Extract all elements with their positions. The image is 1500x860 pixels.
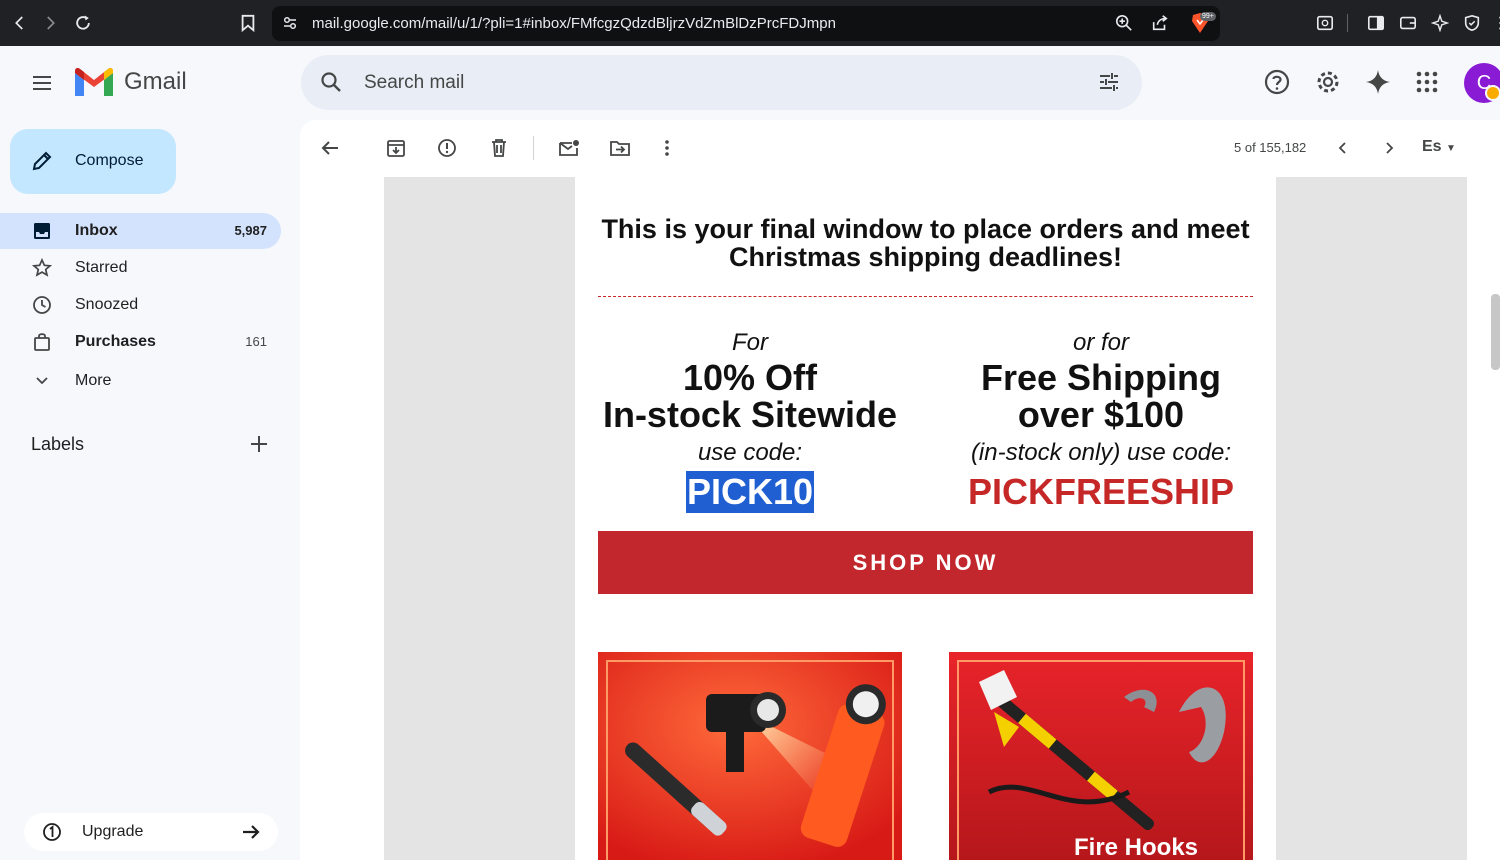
leo-ai-icon[interactable] bbox=[1428, 11, 1452, 35]
offer-percent-off: For 10% Off In-stock Sitewide use code: … bbox=[585, 327, 915, 513]
newer-message-icon[interactable] bbox=[1331, 136, 1355, 160]
search-bar[interactable]: Search mail bbox=[301, 55, 1142, 110]
product-caption: Fire Hooks bbox=[1074, 834, 1199, 860]
pencil-icon bbox=[30, 149, 54, 173]
image-frame bbox=[606, 660, 894, 860]
sidebar-item-label: More bbox=[75, 372, 112, 389]
clock-icon bbox=[31, 294, 53, 316]
labels-heading: Labels bbox=[31, 434, 85, 454]
move-to-icon[interactable] bbox=[608, 136, 632, 160]
upgrade-button[interactable]: Upgrade bbox=[24, 813, 278, 851]
report-spam-icon[interactable] bbox=[435, 136, 459, 160]
product-image-lights[interactable] bbox=[598, 652, 902, 860]
back-icon[interactable] bbox=[8, 11, 32, 35]
vpn-shield-icon[interactable] bbox=[1460, 11, 1484, 35]
reload-icon[interactable] bbox=[71, 11, 95, 35]
sidebar-toggle-icon[interactable] bbox=[1364, 11, 1388, 35]
star-icon bbox=[31, 257, 53, 279]
delete-icon[interactable] bbox=[487, 136, 511, 160]
sidebar-item-purchases[interactable]: Purchases 161 bbox=[0, 324, 281, 360]
offer-subtitle: over $100 bbox=[1017, 394, 1185, 435]
sidebar-item-label: Inbox bbox=[75, 222, 118, 239]
upgrade-label: Upgrade bbox=[82, 823, 144, 840]
zoom-icon[interactable] bbox=[1112, 11, 1136, 35]
toolbar-divider bbox=[1347, 14, 1348, 32]
product-image-fire-hooks[interactable]: Fire Hooks bbox=[949, 652, 1253, 860]
apps-grid-icon[interactable] bbox=[1412, 67, 1442, 97]
screenshot-icon[interactable] bbox=[1313, 11, 1337, 35]
mark-unread-icon[interactable] bbox=[557, 136, 581, 160]
message-pane: 5 of 155,182 Es ▼ This is your final win… bbox=[300, 120, 1500, 860]
email-body-background: This is your final window to place order… bbox=[384, 177, 1467, 860]
dotted-divider bbox=[598, 296, 1253, 297]
toolbar-divider bbox=[533, 136, 534, 160]
search-input[interactable]: Search mail bbox=[364, 72, 464, 94]
offer-title: Free Shipping bbox=[980, 357, 1221, 398]
add-label-icon[interactable] bbox=[249, 434, 269, 454]
gmail-logo-icon[interactable] bbox=[75, 68, 113, 96]
email-content: This is your final window to place order… bbox=[575, 177, 1276, 860]
promo-code[interactable]: PICKFREESHIP bbox=[967, 471, 1235, 513]
browser-toolbar: mail.google.com/mail/u/1/?pli=1#inbox/FM… bbox=[0, 0, 1500, 46]
sidebar-item-snoozed[interactable]: Snoozed bbox=[0, 287, 281, 323]
offer-subtitle: In-stock Sitewide bbox=[602, 394, 898, 435]
sidebar-item-label: Snoozed bbox=[75, 296, 139, 313]
pagination-count: 5 of 155,182 bbox=[1234, 140, 1307, 155]
site-settings-icon[interactable] bbox=[278, 11, 302, 35]
offer-free-shipping: or for Free Shipping over $100 (in-stock… bbox=[936, 327, 1266, 513]
archive-icon[interactable] bbox=[384, 136, 408, 160]
language-label: Es bbox=[1422, 138, 1442, 155]
settings-gear-icon[interactable] bbox=[1313, 67, 1343, 97]
upgrade-icon bbox=[42, 822, 62, 842]
gemini-sparkle-icon[interactable] bbox=[1363, 67, 1393, 97]
offer-lead: For bbox=[732, 329, 768, 356]
sidebar-item-more[interactable]: More bbox=[0, 363, 281, 399]
browser-menu-icon[interactable] bbox=[1490, 11, 1500, 35]
offer-code-label: use code: bbox=[697, 439, 803, 466]
search-icon[interactable] bbox=[319, 70, 343, 94]
input-tools-button[interactable]: Es ▼ bbox=[1422, 138, 1456, 156]
main-menu-icon[interactable] bbox=[26, 67, 58, 99]
app-name[interactable]: Gmail bbox=[124, 68, 187, 96]
older-message-icon[interactable] bbox=[1377, 136, 1401, 160]
url-text[interactable]: mail.google.com/mail/u/1/?pli=1#inbox/FM… bbox=[312, 15, 836, 32]
compose-button[interactable]: Compose bbox=[10, 129, 176, 194]
inbox-icon bbox=[31, 220, 53, 242]
sidebar-item-label: Starred bbox=[75, 259, 128, 276]
email-headline: This is your final window to place order… bbox=[575, 215, 1276, 271]
back-to-inbox-icon[interactable] bbox=[318, 136, 342, 160]
bookmark-icon[interactable] bbox=[236, 11, 260, 35]
brave-badge: 99+ bbox=[1200, 12, 1216, 21]
offer-lead: or for bbox=[1072, 329, 1129, 356]
promo-code[interactable]: PICK10 bbox=[685, 471, 815, 513]
compose-label: Compose bbox=[75, 152, 144, 169]
help-icon[interactable] bbox=[1262, 67, 1292, 97]
offer-code-label: (in-stock only) use code: bbox=[970, 439, 1232, 466]
search-options-icon[interactable] bbox=[1097, 70, 1121, 94]
more-options-icon[interactable] bbox=[655, 136, 679, 160]
sidebar-item-label: Purchases bbox=[75, 333, 156, 350]
account-alert-badge bbox=[1485, 85, 1500, 101]
headline-line-1: This is your final window to place order… bbox=[601, 214, 1250, 244]
sidebar-item-inbox[interactable]: Inbox 5,987 bbox=[0, 213, 281, 249]
headline-line-2: Christmas shipping deadlines! bbox=[728, 242, 1123, 272]
arrow-right-icon bbox=[240, 821, 262, 843]
address-bar[interactable]: mail.google.com/mail/u/1/?pli=1#inbox/FM… bbox=[272, 6, 1220, 41]
scrollbar[interactable] bbox=[1491, 294, 1500, 370]
caret-down-icon: ▼ bbox=[1446, 143, 1456, 154]
sidebar-item-starred[interactable]: Starred bbox=[0, 250, 281, 286]
unread-count: 5,987 bbox=[234, 223, 267, 238]
forward-icon[interactable] bbox=[38, 11, 62, 35]
share-icon[interactable] bbox=[1148, 11, 1172, 35]
image-frame bbox=[957, 660, 1245, 860]
item-count: 161 bbox=[245, 334, 267, 349]
chevron-down-icon bbox=[31, 370, 53, 392]
offer-title: 10% Off bbox=[682, 357, 818, 398]
shop-now-button[interactable]: SHOP NOW bbox=[598, 531, 1253, 594]
wallet-icon[interactable] bbox=[1396, 11, 1420, 35]
shopping-bag-icon bbox=[31, 331, 53, 353]
